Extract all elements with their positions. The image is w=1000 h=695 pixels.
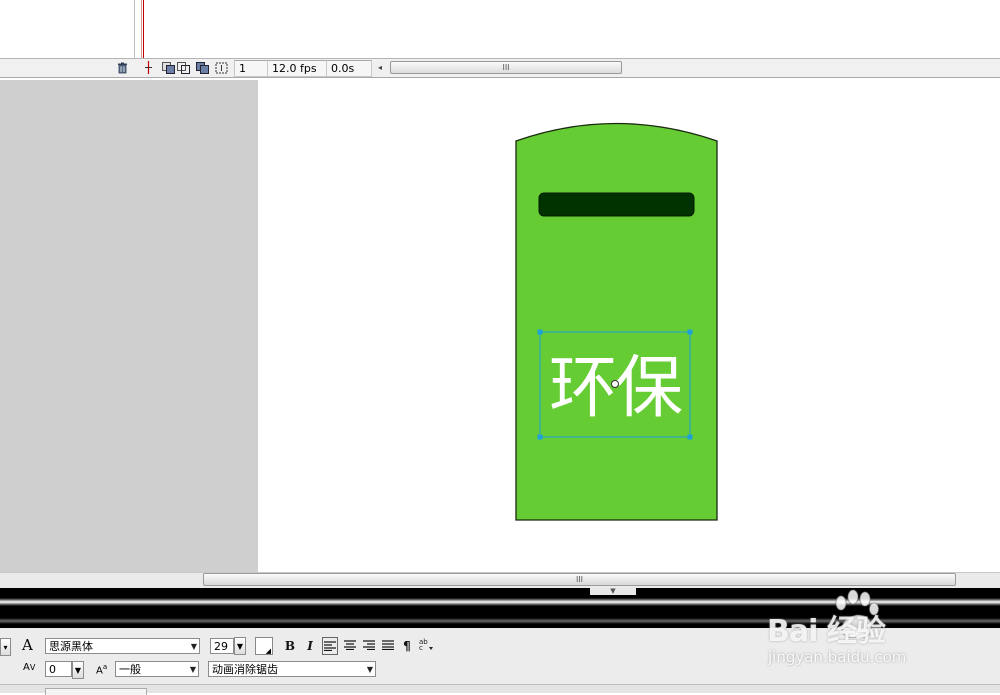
align-left-icon xyxy=(324,641,336,652)
selection-handle xyxy=(687,329,693,335)
transform-point xyxy=(611,380,619,388)
align-left-button[interactable] xyxy=(322,637,338,655)
align-right-icon xyxy=(363,640,375,651)
font-icon: A xyxy=(22,636,33,654)
justify-icon xyxy=(382,640,394,651)
letter-spacing-icon: AV xyxy=(23,662,36,673)
chevron-down-icon: ▼ xyxy=(190,642,197,651)
italic-button[interactable]: I xyxy=(302,637,318,655)
paragraph-icon[interactable]: ¶ xyxy=(399,637,415,655)
chevron-down-icon: ▼ xyxy=(189,665,196,674)
font-size-dropdown-icon[interactable]: ▼ xyxy=(234,637,246,655)
mailbox-slot xyxy=(538,192,695,217)
stage-text: 环保 xyxy=(549,349,682,428)
baseline-select[interactable]: 一般 ▼ xyxy=(115,661,199,677)
panel-dropdown-arrow-icon[interactable]: ▾ xyxy=(0,638,11,656)
selection-handle xyxy=(537,329,543,335)
collapse-panel-icon[interactable]: ▼ xyxy=(590,588,636,595)
svg-text:c: c xyxy=(419,644,423,651)
align-center-icon xyxy=(344,640,356,651)
justify-button[interactable] xyxy=(380,637,396,655)
text-color-swatch[interactable]: ◢ xyxy=(255,637,273,655)
selection-handle xyxy=(537,434,543,440)
text-orientation-icon[interactable]: ab c xyxy=(418,637,434,655)
font-family-value: 思源黑体 xyxy=(49,640,93,653)
font-family-select[interactable]: 思源黑体 ▼ xyxy=(45,638,200,654)
baseline-icon: Aa xyxy=(96,663,108,677)
letter-spacing-field[interactable]: 0 xyxy=(45,661,72,677)
baidu-watermark-logo: Bai 经验 xyxy=(767,614,886,649)
swatch-arrow-icon: ◢ xyxy=(265,647,271,655)
bold-button[interactable]: B xyxy=(282,637,298,655)
font-size-field[interactable]: 29 xyxy=(210,638,234,654)
baidu-watermark-url: jingyan.baidu.com xyxy=(768,648,907,666)
anti-alias-value: 动画消除锯齿 xyxy=(212,663,278,676)
baseline-value: 一般 xyxy=(119,663,141,676)
stage-horizontal-scrollbar[interactable]: III xyxy=(203,573,956,586)
align-right-button[interactable] xyxy=(361,637,377,655)
selection-handle xyxy=(687,434,693,440)
align-center-button[interactable] xyxy=(342,637,358,655)
letter-spacing-dropdown-icon[interactable]: ▼ xyxy=(72,661,84,679)
mailbox-body xyxy=(515,122,718,521)
anti-alias-select[interactable]: 动画消除锯齿 ▼ xyxy=(208,661,376,677)
chevron-down-icon: ▼ xyxy=(366,665,373,674)
